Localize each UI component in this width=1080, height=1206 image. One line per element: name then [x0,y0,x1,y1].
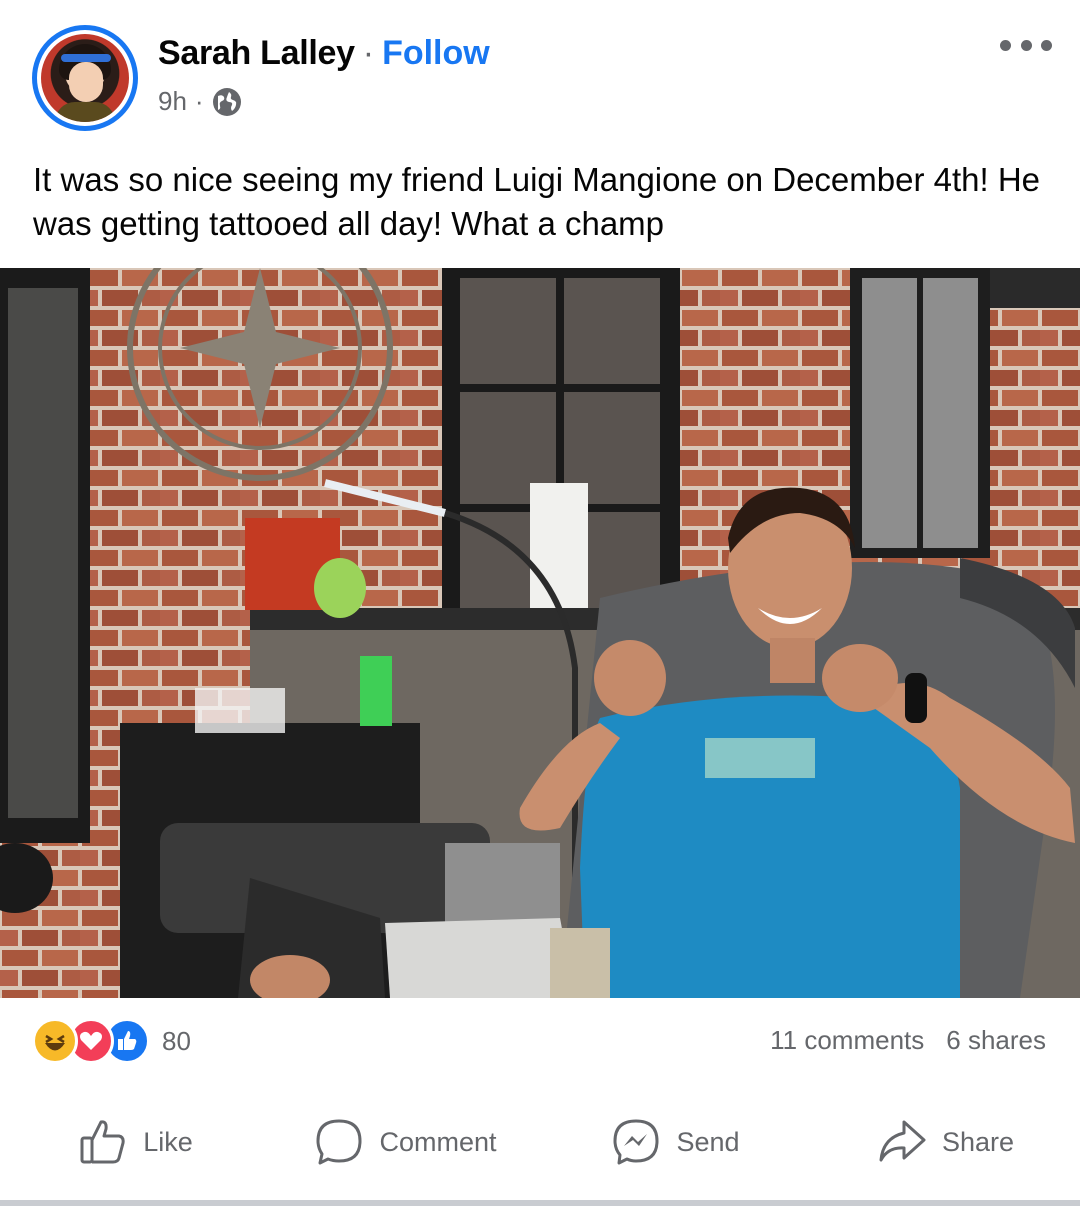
name-separator: · [362,34,375,72]
follow-button[interactable]: Follow [382,34,490,73]
dot-icon [1020,39,1032,51]
messenger-icon [613,1119,659,1165]
share-arrow-icon [879,1120,926,1162]
dot-icon [1041,39,1052,51]
share-label: Share [941,1126,1015,1157]
reaction-summary[interactable]: 80 [32,1018,191,1064]
author-avatar[interactable] [32,25,138,131]
avatar-illustration [41,34,129,122]
comments-count-link[interactable]: 11 comments [770,1025,924,1056]
like-button[interactable]: Like [0,1100,270,1184]
dot-icon [1000,39,1011,51]
post-caption: It was so nice seeing my friend Luigi Ma… [33,161,1041,242]
comment-button[interactable]: Comment [270,1100,540,1184]
haha-icon [32,1018,78,1064]
post-divider [0,1200,1080,1206]
globe-icon [212,87,241,116]
send-button[interactable]: Send [540,1100,810,1184]
action-bar: Like Comment Send Share [0,1100,1080,1184]
reaction-count: 80 [162,1025,191,1056]
post-timestamp[interactable]: 9h [158,86,187,117]
more-options-button[interactable] [1000,30,1052,60]
post-photo[interactable] [0,268,1080,998]
like-label: Like [143,1126,193,1157]
author-name[interactable]: Sarah Lalley [158,34,355,73]
facebook-post: Sarah Lalley · Follow 9h · It was so nic… [0,0,1080,1206]
author-line: Sarah Lalley · Follow [158,34,490,73]
engagement-counts: 11 comments 6 shares [770,1025,1046,1056]
shares-count-link[interactable]: 6 shares [946,1025,1046,1056]
thumbs-up-icon [80,1120,125,1164]
share-button[interactable]: Share [810,1100,1080,1184]
comment-label: Comment [379,1126,497,1157]
tattoo-shop-photo [0,268,1080,998]
send-label: Send [676,1126,740,1157]
meta-separator: · [194,86,204,116]
comment-bubble-icon [316,1119,362,1165]
post-meta: 9h · [158,86,242,117]
